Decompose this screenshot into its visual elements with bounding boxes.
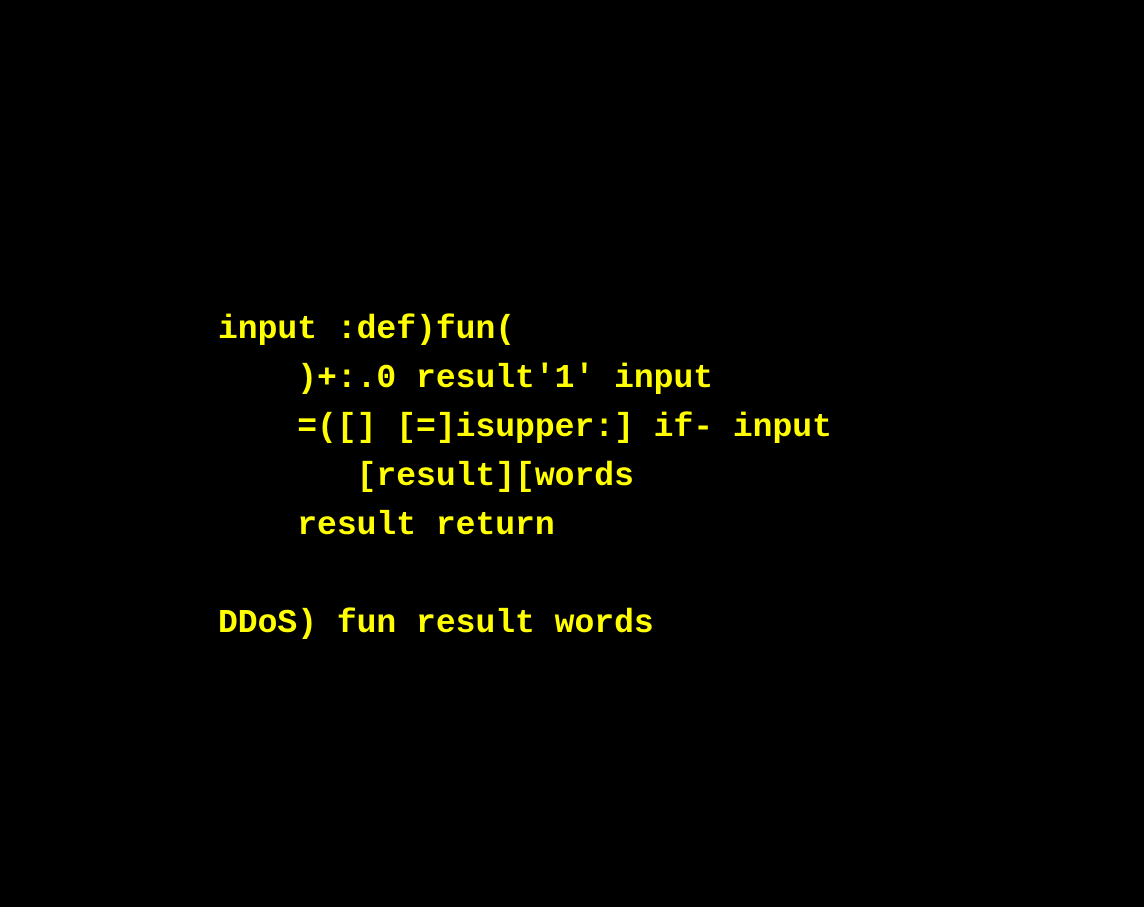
code-line-1: input :def)fun( [218, 311, 516, 348]
code-line-3: =([] [=]isupper:] if- input [218, 409, 832, 446]
code-line-4: [result][words [218, 458, 634, 495]
code-line-7: DDoS) fun result words [218, 605, 654, 642]
code-line-5: result return [218, 507, 555, 544]
code-block: input :def)fun( )+:.0 result'1' input =(… [218, 305, 832, 648]
code-line-2: )+:.0 result'1' input [218, 360, 714, 397]
